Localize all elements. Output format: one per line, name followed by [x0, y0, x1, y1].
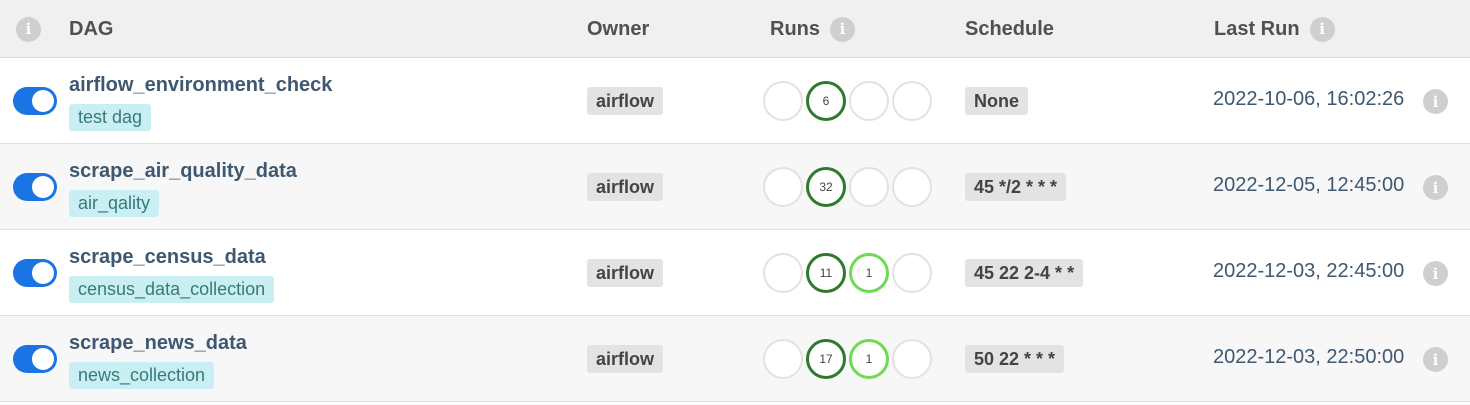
- dag-pause-toggle[interactable]: [13, 259, 57, 287]
- dag-row: airflow_environment_check test dag airfl…: [0, 58, 1470, 144]
- owner-badge[interactable]: airflow: [587, 173, 664, 201]
- column-header-schedule[interactable]: Schedule: [965, 0, 1054, 58]
- last-run-link[interactable]: 2022-12-05, 12:45:00: [1213, 174, 1404, 197]
- run-status-failed[interactable]: [892, 81, 932, 121]
- schedule-badge[interactable]: 45 */2 * * *: [965, 173, 1067, 201]
- dag-row: scrape_census_data census_data_collectio…: [0, 230, 1470, 316]
- owner-badge[interactable]: airflow: [587, 345, 664, 373]
- dag-pause-toggle[interactable]: [13, 87, 57, 115]
- dag-name-link[interactable]: scrape_air_quality_data: [69, 160, 297, 183]
- schedule-badge[interactable]: 50 22 * * *: [965, 345, 1065, 373]
- dag-tag[interactable]: test dag: [69, 104, 152, 131]
- column-header-last-run: Last Run i: [1214, 0, 1335, 58]
- toggle-knob: [32, 176, 54, 198]
- info-icon[interactable]: i: [1423, 89, 1448, 114]
- dag-tag[interactable]: census_data_collection: [69, 276, 275, 303]
- last-run-link[interactable]: 2022-10-06, 16:02:26: [1213, 88, 1404, 111]
- last-run-link[interactable]: 2022-12-03, 22:45:00: [1213, 260, 1404, 283]
- owner-badge[interactable]: airflow: [587, 87, 664, 115]
- column-header-runs: Runs i: [770, 0, 855, 58]
- run-status-running[interactable]: 1: [849, 253, 889, 293]
- toggle-knob: [32, 90, 54, 112]
- run-status-failed[interactable]: [892, 339, 932, 379]
- dag-pause-toggle[interactable]: [13, 173, 57, 201]
- info-icon[interactable]: i: [1423, 175, 1448, 200]
- run-status-queued[interactable]: [763, 81, 803, 121]
- schedule-badge[interactable]: None: [965, 87, 1028, 115]
- info-icon[interactable]: i: [1423, 347, 1448, 372]
- column-header-dag[interactable]: DAG: [69, 0, 113, 58]
- dag-row: scrape_news_data news_collection airflow…: [0, 316, 1470, 402]
- dag-name-link[interactable]: scrape_census_data: [69, 246, 266, 269]
- run-status-success[interactable]: 17: [806, 339, 846, 379]
- dag-tag[interactable]: news_collection: [69, 362, 215, 389]
- run-status-failed[interactable]: [892, 167, 932, 207]
- last-run-link[interactable]: 2022-12-03, 22:50:00: [1213, 346, 1404, 369]
- info-icon[interactable]: i: [830, 16, 855, 42]
- dag-pause-toggle[interactable]: [13, 345, 57, 373]
- dag-table-header: i DAG Owner Runs i Schedule Last Run i: [0, 0, 1470, 58]
- schedule-badge[interactable]: 45 22 2-4 * *: [965, 259, 1084, 287]
- column-header-last-run-label: Last Run: [1214, 17, 1300, 40]
- dag-row: scrape_air_quality_data air_qality airfl…: [0, 144, 1470, 230]
- dag-name-link[interactable]: airflow_environment_check: [69, 74, 332, 97]
- run-status-running[interactable]: [849, 167, 889, 207]
- owner-badge[interactable]: airflow: [587, 259, 664, 287]
- run-status-success[interactable]: 6: [806, 81, 846, 121]
- run-status-queued[interactable]: [763, 339, 803, 379]
- run-status-running[interactable]: [849, 81, 889, 121]
- toggle-knob: [32, 348, 54, 370]
- info-icon[interactable]: i: [1423, 261, 1448, 286]
- run-status-queued[interactable]: [763, 167, 803, 207]
- info-icon[interactable]: i: [16, 16, 41, 42]
- toggle-knob: [32, 262, 54, 284]
- dag-name-link[interactable]: scrape_news_data: [69, 332, 247, 355]
- dag-tag[interactable]: air_qality: [69, 190, 160, 217]
- run-status-success[interactable]: 32: [806, 167, 846, 207]
- run-status-failed[interactable]: [892, 253, 932, 293]
- column-header-runs-label: Runs: [770, 17, 820, 40]
- column-header-owner[interactable]: Owner: [587, 0, 649, 58]
- info-icon[interactable]: i: [1309, 16, 1335, 42]
- run-status-running[interactable]: 1: [849, 339, 889, 379]
- run-status-success[interactable]: 11: [806, 253, 846, 293]
- header-info-cell: i: [16, 0, 41, 58]
- run-status-queued[interactable]: [763, 253, 803, 293]
